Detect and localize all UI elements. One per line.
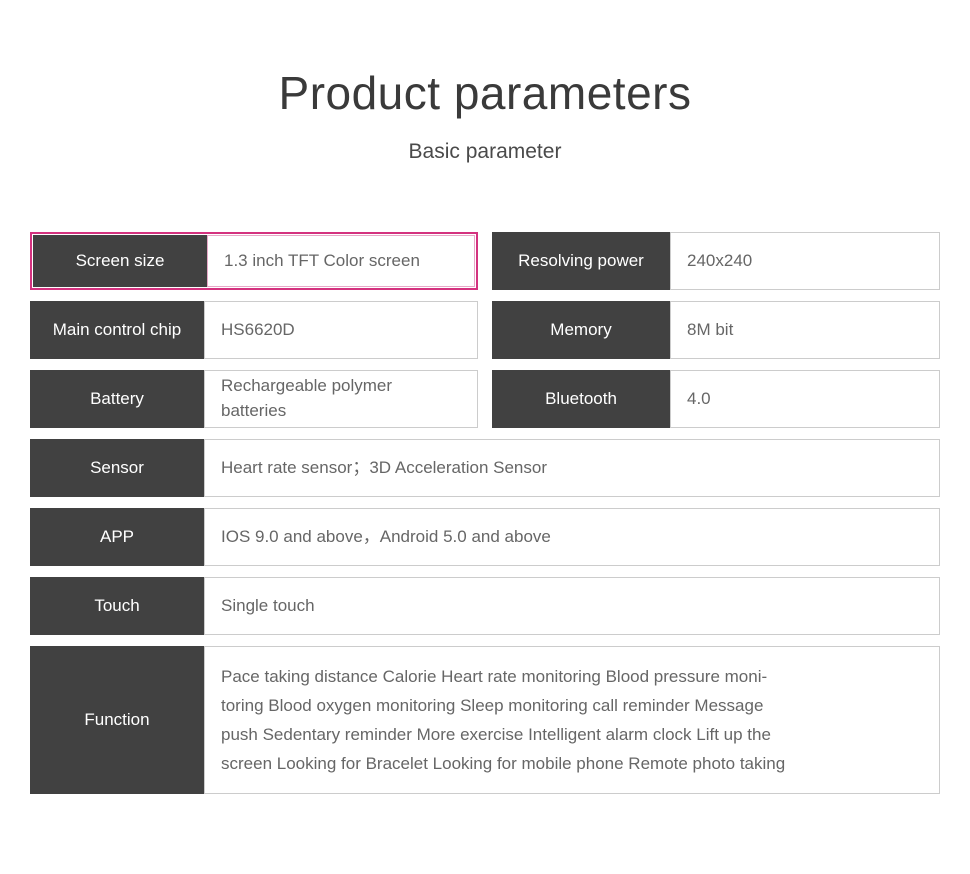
spec-cell-battery: Battery Rechargeable polymer batteries bbox=[30, 370, 478, 428]
table-row: Touch Single touch bbox=[30, 577, 940, 635]
spec-value: HS6620D bbox=[204, 301, 478, 359]
spec-value: Heart rate sensor；3D Acceleration Sensor bbox=[204, 439, 940, 497]
table-row: Sensor Heart rate sensor；3D Acceleration… bbox=[30, 439, 940, 497]
spec-label: Function bbox=[30, 646, 204, 794]
spec-label: Touch bbox=[30, 577, 204, 635]
spec-cell-bluetooth: Bluetooth 4.0 bbox=[492, 370, 940, 428]
spec-label: APP bbox=[30, 508, 204, 566]
spec-label: Screen size bbox=[33, 235, 207, 287]
page-subtitle: Basic parameter bbox=[408, 139, 562, 163]
spec-cell-resolving-power: Resolving power 240x240 bbox=[492, 232, 940, 290]
page-title: Product parameters bbox=[278, 67, 692, 119]
table-row: Main control chip HS6620D Memory 8M bit bbox=[30, 301, 940, 359]
spec-cell-app: APP IOS 9.0 and above，Android 5.0 and ab… bbox=[30, 508, 940, 566]
spec-cell-main-control-chip: Main control chip HS6620D bbox=[30, 301, 478, 359]
spec-value-wrapper: Pace taking distance Calorie Heart rate … bbox=[204, 646, 940, 794]
spec-value: 240x240 bbox=[670, 232, 940, 290]
table-row: APP IOS 9.0 and above，Android 5.0 and ab… bbox=[30, 508, 940, 566]
spec-value: Rechargeable polymer batteries bbox=[204, 370, 478, 428]
spec-value: 1.3 inch TFT Color screen bbox=[207, 235, 475, 287]
spec-value: Pace taking distance Calorie Heart rate … bbox=[221, 666, 786, 774]
spec-cell-touch: Touch Single touch bbox=[30, 577, 940, 635]
table-row: Battery Rechargeable polymer batteries B… bbox=[30, 370, 940, 428]
spec-cell-sensor: Sensor Heart rate sensor；3D Acceleration… bbox=[30, 439, 940, 497]
spec-value: IOS 9.0 and above，Android 5.0 and above bbox=[204, 508, 940, 566]
spec-cell-screen-size: Screen size 1.3 inch TFT Color screen bbox=[30, 232, 478, 290]
spec-label: Memory bbox=[492, 301, 670, 359]
spec-value: 4.0 bbox=[670, 370, 940, 428]
spec-cell-memory: Memory 8M bit bbox=[492, 301, 940, 359]
spec-label: Resolving power bbox=[492, 232, 670, 290]
spec-cell-function: Function Pace taking distance Calorie He… bbox=[30, 646, 940, 794]
spec-table: Screen size 1.3 inch TFT Color screen Re… bbox=[30, 232, 940, 805]
table-row: Function Pace taking distance Calorie He… bbox=[30, 646, 940, 794]
spec-label: Battery bbox=[30, 370, 204, 428]
spec-label: Main control chip bbox=[30, 301, 204, 359]
product-parameters-page: Product parameters Basic parameter Scree… bbox=[0, 0, 970, 874]
table-row: Screen size 1.3 inch TFT Color screen Re… bbox=[30, 232, 940, 290]
spec-label: Bluetooth bbox=[492, 370, 670, 428]
spec-value: Single touch bbox=[204, 577, 940, 635]
spec-label: Sensor bbox=[30, 439, 204, 497]
spec-value: 8M bit bbox=[670, 301, 940, 359]
